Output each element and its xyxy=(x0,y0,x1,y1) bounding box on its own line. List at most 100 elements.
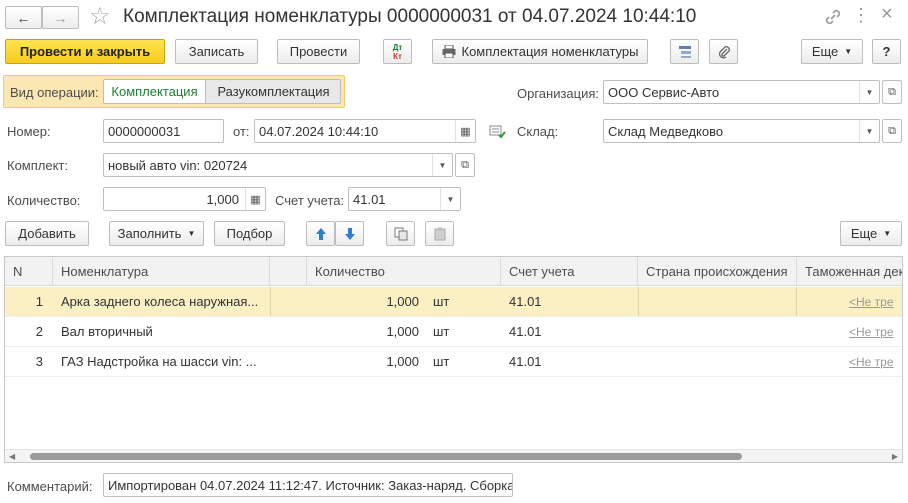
forward-button[interactable]: → xyxy=(42,6,79,29)
scroll-left-icon[interactable]: ◀ xyxy=(9,452,15,461)
print-button[interactable]: Комплектация номенклатуры xyxy=(432,39,648,64)
write-button[interactable]: Записать xyxy=(175,39,258,64)
chevron-down-icon: ▼ xyxy=(187,229,196,238)
quantity-value: 1,000 xyxy=(206,191,239,207)
customs-link[interactable]: <Не тре xyxy=(849,355,894,369)
kit-field[interactable]: новый авто vin: 020724 ▼ xyxy=(103,153,453,177)
row-name: ГАЗ Надстройка на шасси vin: ... xyxy=(61,354,257,369)
open-icon: ⧉ xyxy=(888,124,896,137)
paste-button[interactable] xyxy=(425,221,454,246)
row-name: Вал вторичный xyxy=(61,324,153,339)
row-quantity: 1,000 xyxy=(386,354,419,369)
copy-button[interactable] xyxy=(386,221,415,246)
table-row[interactable]: 3 ГАЗ Надстройка на шасси vin: ... 1,000… xyxy=(5,347,902,377)
fill-button[interactable]: Заполнить ▼ xyxy=(109,221,204,246)
account-label: Счет учета: xyxy=(275,193,345,208)
row-name: Арка заднего колеса наружная... xyxy=(61,294,259,309)
scrollbar-thumb[interactable] xyxy=(30,453,742,460)
open-icon: ⧉ xyxy=(461,158,469,171)
arrow-down-icon xyxy=(344,227,356,241)
structure-icon xyxy=(678,45,692,59)
row-customs[interactable]: <Не тре xyxy=(845,317,902,346)
post-button[interactable]: Провести xyxy=(277,39,360,64)
row-customs[interactable]: <Не тре xyxy=(845,287,902,316)
open-kit-button[interactable]: ⧉ xyxy=(455,153,475,177)
table-more-button[interactable]: Еще ▼ xyxy=(840,221,902,246)
date-field[interactable]: 04.07.2024 10:44:10 ▦ xyxy=(254,119,476,143)
comment-field[interactable]: Импортирован 04.07.2024 11:12:47. Источн… xyxy=(103,473,513,497)
close-icon[interactable]: × xyxy=(881,3,893,26)
warehouse-value: Склад Медведково xyxy=(608,123,724,139)
customs-link[interactable]: <Не тре xyxy=(849,325,894,339)
move-down-button[interactable] xyxy=(335,221,364,246)
dt-kt-button[interactable]: Дт Кт xyxy=(383,39,412,64)
calendar-icon[interactable]: ▦ xyxy=(455,120,475,142)
organization-value: ООО Сервис-Авто xyxy=(608,84,720,100)
row-quantity: 1,000 xyxy=(386,294,419,309)
date-value: 04.07.2024 10:44:10 xyxy=(259,123,379,139)
organization-label: Организация: xyxy=(517,86,600,101)
column-quantity[interactable]: Количество xyxy=(307,257,501,286)
print-label: Комплектация номенклатуры xyxy=(461,44,639,59)
chevron-down-icon: ▼ xyxy=(883,229,892,238)
scroll-right-icon[interactable]: ▶ xyxy=(892,452,898,461)
chevron-down-icon[interactable]: ▼ xyxy=(440,188,460,210)
more-label: Еще xyxy=(811,44,839,59)
row-account: 41.01 xyxy=(509,354,542,369)
open-icon: ⧉ xyxy=(888,85,896,98)
quantity-field[interactable]: 1,000 ▦ xyxy=(103,187,266,211)
warehouse-field[interactable]: Склад Медведково ▼ xyxy=(603,119,880,143)
attach-button[interactable] xyxy=(709,39,738,64)
table-row[interactable]: 2 Вал вторичный 1,000 шт 41.01 <Не тре xyxy=(5,317,902,347)
chevron-down-icon[interactable]: ▼ xyxy=(859,120,879,142)
column-account[interactable]: Счет учета xyxy=(501,257,638,286)
kt-label: Кт xyxy=(393,51,402,61)
page-title: Комплектация номенклатуры 0000000031 от … xyxy=(123,6,697,27)
row-customs[interactable]: <Не тре xyxy=(845,347,902,376)
paste-icon xyxy=(433,227,447,241)
organization-field[interactable]: ООО Сервис-Авто ▼ xyxy=(603,80,880,104)
number-value: 0000000031 xyxy=(108,123,181,139)
column-customs[interactable]: Таможенная дек xyxy=(797,257,902,286)
row-unit: шт xyxy=(433,354,450,369)
post-and-close-button[interactable]: Провести и закрыть xyxy=(5,39,165,64)
open-organization-button[interactable]: ⧉ xyxy=(882,80,902,104)
dt-label: Дт xyxy=(392,42,403,52)
operation-option-unkit[interactable]: Разукомплектация xyxy=(207,80,340,103)
open-warehouse-button[interactable]: ⧉ xyxy=(882,119,902,143)
move-up-button[interactable] xyxy=(306,221,335,246)
chevron-down-icon[interactable]: ▼ xyxy=(859,81,879,103)
quantity-label: Количество: xyxy=(7,193,81,208)
customs-link[interactable]: <Не тре xyxy=(849,295,894,309)
printer-icon xyxy=(442,45,456,58)
number-field[interactable]: 0000000031 xyxy=(103,119,224,143)
calculator-icon[interactable]: ▦ xyxy=(245,188,265,210)
selection-button[interactable]: Подбор xyxy=(214,221,285,246)
operation-option-kit[interactable]: Комплектация xyxy=(104,80,206,103)
arrow-left-icon: ← xyxy=(16,9,31,26)
table-more-label: Еще xyxy=(850,226,878,241)
account-field[interactable]: 41.01 ▼ xyxy=(348,187,461,211)
add-button[interactable]: Добавить xyxy=(5,221,89,246)
column-nomenclature[interactable]: Номенклатура xyxy=(53,257,270,286)
link-icon[interactable] xyxy=(824,8,842,26)
date-label: от: xyxy=(233,124,250,139)
column-n[interactable]: N xyxy=(5,257,53,286)
table-row[interactable]: 1 Арка заднего колеса наружная... 1,000 … xyxy=(5,287,902,317)
more-vertical-icon[interactable]: ⋮ xyxy=(852,5,870,26)
cell-divider xyxy=(638,287,797,316)
table-header: N Номенклатура Количество Счет учета Стр… xyxy=(5,257,902,286)
back-button[interactable]: ← xyxy=(5,6,42,29)
favorite-star-icon[interactable]: ☆ xyxy=(89,3,111,31)
account-value: 41.01 xyxy=(353,191,386,207)
comment-label: Комментарий: xyxy=(7,479,93,494)
row-number: 2 xyxy=(35,324,43,339)
chevron-down-icon: ▼ xyxy=(844,47,853,56)
more-button[interactable]: Еще ▼ xyxy=(801,39,863,64)
structure-button[interactable] xyxy=(670,39,699,64)
horizontal-scrollbar[interactable]: ◀ ▶ xyxy=(5,449,902,462)
help-button[interactable]: ? xyxy=(872,39,901,64)
arrow-right-icon: → xyxy=(53,9,68,26)
chevron-down-icon[interactable]: ▼ xyxy=(432,154,452,176)
column-country[interactable]: Страна происхождения xyxy=(638,257,797,286)
